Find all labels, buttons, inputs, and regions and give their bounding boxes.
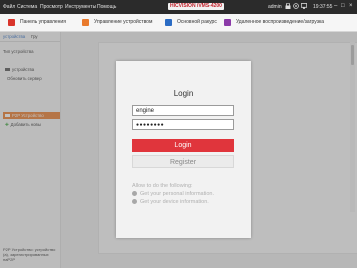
brand-logo: HICVISION iVMS-4200 [168,3,224,10]
permission-item: Get your personal information. [132,191,214,197]
menu-help[interactable]: Помощь [97,4,116,10]
main-view-icon [165,19,172,26]
control-panel-icon [8,19,15,26]
bullet-icon [132,191,137,197]
username-field[interactable]: engine [132,105,234,116]
network-icon[interactable] [293,3,299,9]
monitor-icon[interactable] [300,3,308,9]
device-management-icon [82,19,89,26]
menu-file[interactable]: Файл [3,4,15,10]
permission-text: Get your device information. [140,199,209,205]
tab-label: Управление устройством [94,19,153,25]
lock-icon[interactable] [285,2,291,9]
login-dialog: Login engine ●●●●●●●● Login Register All… [116,61,251,238]
tab-label: Основной ракурс [177,19,217,25]
menu-view[interactable]: Просмотр [40,4,63,10]
tab-label: Панель управления [20,19,66,25]
permission-text: Get your personal information. [140,191,214,197]
remote-playback-icon [224,19,231,26]
login-button[interactable]: Login [132,139,234,152]
dialog-title: Login [173,89,194,98]
clock-time: 19:37:55 [313,4,333,10]
permissions-heading: Allow to do the following: [132,183,193,189]
permission-item: Get your device information. [132,199,209,205]
tab-label: Удаленное воспроизведение/загрузка [236,19,325,25]
user-name[interactable]: admin [268,4,282,10]
menu-system[interactable]: Система [17,4,37,10]
register-button[interactable]: Register [132,155,234,168]
menu-bar: Файл Система Просмотр Инструменты Помощь… [0,0,357,14]
password-field[interactable]: ●●●●●●●● [132,119,234,130]
minimize-button[interactable]: – [334,3,337,9]
maximize-button[interactable]: □ [341,3,345,9]
close-button[interactable]: × [349,3,353,9]
main-tab-bar: Панель управления Управление устройством… [0,14,357,32]
menu-tools[interactable]: Инструменты [65,4,96,10]
bullet-icon [132,199,137,205]
